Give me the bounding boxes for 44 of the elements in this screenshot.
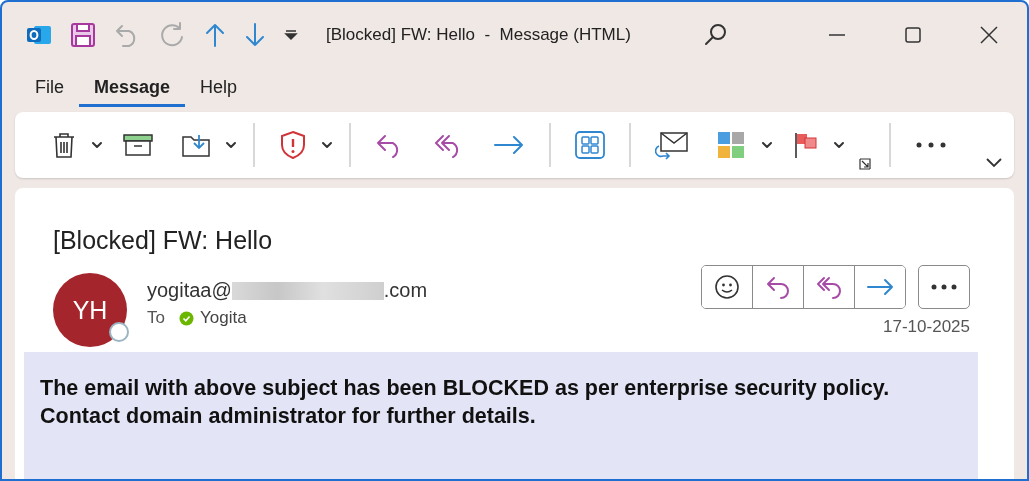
forward-icon[interactable] [866, 278, 894, 296]
close-icon[interactable] [979, 26, 999, 44]
down-arrow-icon[interactable] [244, 22, 266, 48]
flag-icon[interactable] [793, 131, 819, 159]
customize-dropdown-icon[interactable] [284, 29, 298, 41]
trash-icon[interactable] [51, 131, 77, 159]
sender-address: .com [383, 279, 428, 302]
avatar: YH [53, 273, 127, 347]
outlook-logo-icon [26, 23, 52, 47]
envelope-sync-icon[interactable] [655, 130, 689, 160]
body-text: Contact domain administrator for further details. [40, 403, 537, 430]
folder-move-icon[interactable] [181, 132, 211, 158]
sender-address: yogitaa@ [147, 279, 232, 302]
window-title: [Blocked] FW: Hello - Message (HTML) [326, 25, 631, 45]
more-icon[interactable] [915, 141, 947, 149]
more-icon[interactable] [931, 284, 957, 290]
dialog-launcher-icon[interactable] [859, 158, 871, 170]
save-icon[interactable] [70, 22, 96, 48]
caret-icon[interactable] [321, 141, 333, 149]
shield-alert-icon[interactable] [279, 130, 307, 160]
caret-icon[interactable] [91, 141, 103, 149]
recipient-name[interactable]: Yogita [199, 308, 247, 328]
apps-grid-icon[interactable] [575, 131, 605, 159]
reply-all-icon[interactable] [815, 275, 843, 299]
menu-tab[interactable]: Help [185, 73, 253, 107]
caret-icon[interactable] [225, 141, 237, 149]
forward-icon[interactable] [493, 135, 525, 155]
message-date: 17-10-2025 [883, 317, 970, 337]
up-arrow-icon[interactable] [204, 22, 226, 48]
presence-icon [109, 322, 129, 342]
menu-tab[interactable]: File [20, 73, 79, 107]
emoji-icon[interactable] [714, 274, 740, 300]
menu-tab[interactable]: Message [79, 73, 186, 107]
collapse-ribbon-icon[interactable] [986, 158, 1002, 168]
body-text: The email with above subject has been BLOCKED as per enterprise security policy. [40, 375, 891, 402]
archive-icon[interactable] [123, 133, 153, 157]
to-label: To [147, 308, 165, 328]
reply-icon[interactable] [765, 275, 791, 299]
category-tiles-icon[interactable] [717, 131, 747, 159]
message-subject: [Blocked] FW: Hello [53, 226, 274, 255]
caret-icon[interactable] [833, 141, 845, 149]
caret-icon[interactable] [761, 141, 773, 149]
maximize-icon[interactable] [903, 26, 923, 44]
search-icon[interactable] [702, 22, 729, 48]
